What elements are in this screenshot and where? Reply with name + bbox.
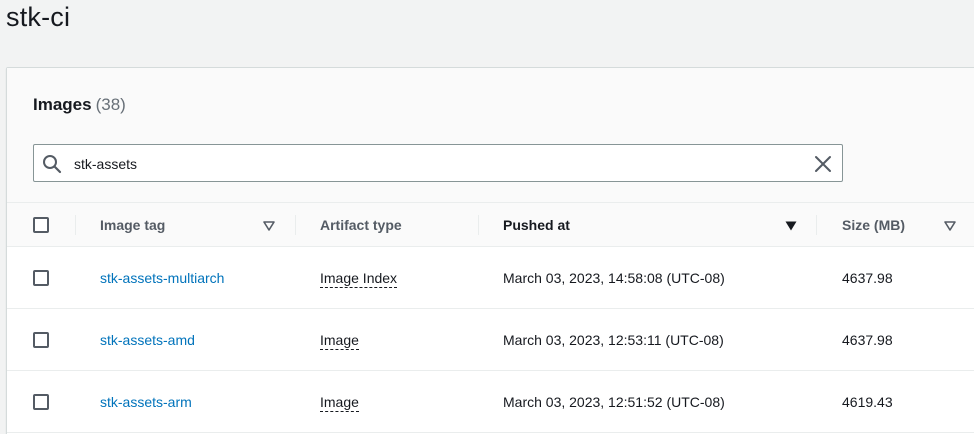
close-icon[interactable] xyxy=(812,153,834,175)
column-header-artifact-type[interactable]: Artifact type xyxy=(320,203,480,247)
artifact-type[interactable]: Image xyxy=(320,393,359,412)
panel-title-text: Images xyxy=(33,95,92,114)
search-icon xyxy=(43,155,62,174)
pushed-at: March 03, 2023, 12:51:52 (UTC-08) xyxy=(503,394,725,410)
pushed-at: March 03, 2023, 14:58:08 (UTC-08) xyxy=(503,270,725,286)
image-tag-link[interactable]: stk-assets-amd xyxy=(100,332,195,348)
column-divider xyxy=(75,215,76,235)
search-input[interactable] xyxy=(74,153,794,175)
image-size: 4619.43 xyxy=(842,394,893,410)
sort-descending-icon[interactable] xyxy=(785,221,797,231)
row-checkbox[interactable] xyxy=(33,394,49,410)
column-header-size[interactable]: Size (MB) xyxy=(842,203,942,247)
column-divider xyxy=(816,215,817,235)
search-box[interactable] xyxy=(33,144,843,182)
column-divider xyxy=(478,215,479,235)
column-header-label: Size (MB) xyxy=(842,217,905,233)
column-header-label: Image tag xyxy=(100,217,166,233)
row-checkbox[interactable] xyxy=(33,332,49,348)
column-header-label: Pushed at xyxy=(503,217,570,233)
image-size: 4637.98 xyxy=(842,332,893,348)
column-header-pushed-at[interactable]: Pushed at xyxy=(503,203,803,247)
pushed-at: March 03, 2023, 12:53:11 (UTC-08) xyxy=(503,332,724,348)
sort-icon[interactable] xyxy=(944,221,956,231)
artifact-type[interactable]: Image Index xyxy=(320,269,398,288)
image-tag-link[interactable]: stk-assets-arm xyxy=(100,394,192,410)
column-header-label: Artifact type xyxy=(320,217,402,233)
column-divider xyxy=(295,215,296,235)
artifact-type[interactable]: Image xyxy=(320,331,359,350)
page-title: stk-ci xyxy=(6,2,71,32)
table-row: stk-assets-multiarch Image Index March 0… xyxy=(7,247,974,309)
select-all-checkbox[interactable] xyxy=(33,217,49,233)
table-header: Image tag Artifact type Pushed at Size (… xyxy=(7,202,974,247)
panel-title: Images (38) xyxy=(33,95,126,115)
image-count: (38) xyxy=(95,95,126,114)
images-panel: Images(38) Image tag Artifact type xyxy=(6,67,974,434)
image-tag-link[interactable]: stk-assets-multiarch xyxy=(100,270,224,286)
sort-icon[interactable] xyxy=(263,221,275,231)
panel-header: Images (38) xyxy=(7,68,974,202)
table-row: stk-assets-arm Image March 03, 2023, 12:… xyxy=(7,371,974,433)
table-row: stk-assets-amd Image March 03, 2023, 12:… xyxy=(7,309,974,371)
image-size: 4637.98 xyxy=(842,270,893,286)
row-checkbox[interactable] xyxy=(33,270,49,286)
